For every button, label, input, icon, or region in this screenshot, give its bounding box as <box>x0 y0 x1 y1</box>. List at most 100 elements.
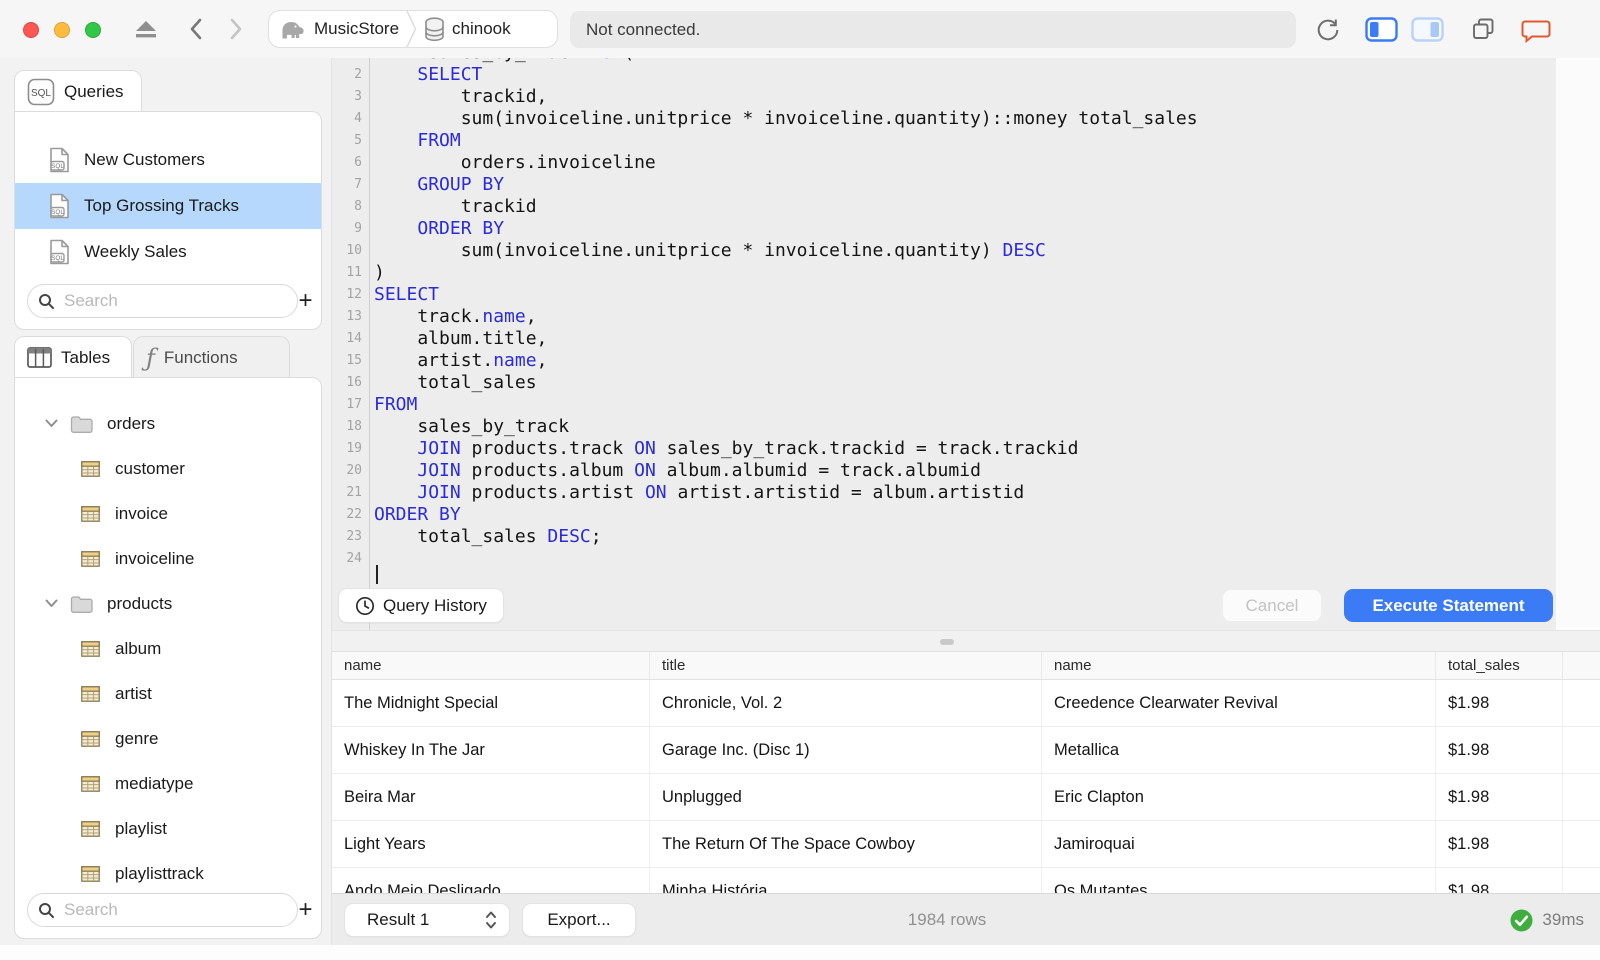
code-line[interactable]: 14 album.title, <box>332 328 1556 350</box>
query-list-item[interactable]: SQL Weekly Sales <box>15 229 321 275</box>
query-history-button[interactable]: Query History <box>338 588 504 623</box>
breadcrumb-server[interactable]: MusicStore <box>314 19 399 39</box>
table-cell[interactable]: Jamiroquai <box>1042 821 1436 867</box>
reload-button[interactable] <box>1314 16 1342 43</box>
code-line[interactable]: 12 SELECT <box>332 284 1556 306</box>
query-list-item[interactable]: SQL New Customers <box>15 137 321 183</box>
chevron-down-icon[interactable] <box>45 599 58 608</box>
table-cell[interactable]: Light Years <box>332 821 650 867</box>
tree-table-row[interactable]: playlist <box>15 806 321 851</box>
table-cell[interactable]: Os Mutantes <box>1042 868 1436 893</box>
column-header[interactable]: name <box>1042 652 1436 679</box>
code-line[interactable]: 21 JOIN products.artist ON artist.artist… <box>332 482 1556 504</box>
tab-tables[interactable]: Tables <box>14 336 132 378</box>
code-line[interactable]: 22 ORDER BY <box>332 504 1556 526</box>
windows-button[interactable] <box>1469 16 1497 43</box>
code-line[interactable]: 16 total_sales <box>332 372 1556 394</box>
tables-search-input[interactable] <box>62 899 287 921</box>
export-button[interactable]: Export... <box>522 903 636 937</box>
table-cell[interactable]: Chronicle, Vol. 2 <box>650 680 1042 726</box>
code-line[interactable]: 17 FROM <box>332 394 1556 416</box>
tree-table-row[interactable]: artist <box>15 671 321 716</box>
tree-folder-row[interactable]: products <box>15 581 321 626</box>
table-cell[interactable]: Beira Mar <box>332 774 650 820</box>
result-selector[interactable]: Result 1 <box>344 903 510 937</box>
code-line[interactable]: 24 <box>332 548 1556 570</box>
folder-icon <box>70 595 93 613</box>
chevron-down-icon[interactable] <box>45 419 58 428</box>
table-row[interactable]: Ando Meio Desligado Minha História Os Muta… <box>332 868 1600 893</box>
code-line[interactable]: 23 total_sales DESC; <box>332 526 1556 548</box>
tab-functions[interactable]: ƒ Functions <box>133 336 290 378</box>
code-line[interactable]: 2 SELECT <box>332 64 1556 86</box>
table-cell[interactable]: The Return Of The Space Cowboy <box>650 821 1042 867</box>
table-cell[interactable]: $1.98 <box>1436 774 1563 820</box>
editor-scroll-gutter[interactable] <box>1556 58 1600 630</box>
table-icon <box>81 550 100 567</box>
code-line[interactable]: 11) <box>332 262 1556 284</box>
table-cell[interactable]: Whiskey In The Jar <box>332 727 650 773</box>
execute-statement-button[interactable]: Execute Statement <box>1344 589 1553 622</box>
tree-table-row[interactable]: genre <box>15 716 321 761</box>
tree-table-row[interactable]: invoice <box>15 491 321 536</box>
cancel-button[interactable]: Cancel <box>1222 589 1322 622</box>
table-cell[interactable]: $1.98 <box>1436 868 1563 893</box>
table-cell[interactable]: Unplugged <box>650 774 1042 820</box>
column-header[interactable]: name <box>332 652 650 679</box>
back-button[interactable] <box>186 17 206 41</box>
table-cell[interactable]: Creedence Clearwater Revival <box>1042 680 1436 726</box>
close-window-button[interactable] <box>23 22 39 38</box>
table-cell[interactable]: $1.98 <box>1436 821 1563 867</box>
code-line[interactable]: 6 orders.invoiceline <box>332 152 1556 174</box>
queries-search-input[interactable] <box>62 290 287 312</box>
tab-queries[interactable]: SQL Queries <box>14 70 142 112</box>
tree-table-row[interactable]: invoiceline <box>15 536 321 581</box>
table-cell[interactable]: Ando Meio Desligado <box>332 868 650 893</box>
feedback-button[interactable] <box>1521 18 1551 43</box>
tree-table-row[interactable]: album <box>15 626 321 671</box>
queries-search[interactable] <box>27 284 298 318</box>
query-list-item[interactable]: SQL Top Grossing Tracks <box>15 183 321 229</box>
breadcrumb-database[interactable]: chinook <box>452 19 511 39</box>
code-line[interactable]: 19 JOIN products.track ON sales_by_track… <box>332 438 1556 460</box>
toggle-left-sidebar-button[interactable] <box>1365 17 1398 42</box>
code-line[interactable]: 9 ORDER BY <box>332 218 1556 240</box>
toggle-right-sidebar-button[interactable] <box>1411 17 1444 42</box>
code-line[interactable]: 20 JOIN products.album ON album.albumid … <box>332 460 1556 482</box>
forward-button[interactable] <box>226 17 246 41</box>
code-line[interactable]: 5 FROM <box>332 130 1556 152</box>
code-line[interactable]: 15 artist.name, <box>332 350 1556 372</box>
code-line[interactable]: 13 track.name, <box>332 306 1556 328</box>
table-row[interactable]: Light Years The Return Of The Space Cowbo… <box>332 821 1600 868</box>
column-header[interactable]: total_sales <box>1436 652 1563 679</box>
code-line[interactable]: 4 sum(invoiceline.unitprice * invoicelin… <box>332 108 1556 130</box>
table-cell[interactable]: Eric Clapton <box>1042 774 1436 820</box>
pane-splitter[interactable] <box>332 630 1600 652</box>
table-cell[interactable]: Minha História <box>650 868 1042 893</box>
table-row[interactable]: Whiskey In The Jar Garage Inc. (Disc 1) Me… <box>332 727 1600 774</box>
table-cell[interactable]: Metallica <box>1042 727 1436 773</box>
disconnect-eject-button[interactable] <box>134 18 158 40</box>
code-line[interactable]: 10 sum(invoiceline.unitprice * invoiceli… <box>332 240 1556 262</box>
table-cell[interactable]: Garage Inc. (Disc 1) <box>650 727 1042 773</box>
table-row[interactable]: The Midnight Special Chronicle, Vol. 2 Cre… <box>332 680 1600 727</box>
code-line[interactable]: 3 trackid, <box>332 86 1556 108</box>
table-cell[interactable]: $1.98 <box>1436 680 1563 726</box>
table-row[interactable]: Beira Mar Unplugged Eric Clapton $1.98 <box>332 774 1600 821</box>
add-table-button[interactable]: + <box>298 896 313 924</box>
tree-table-row[interactable]: customer <box>15 446 321 491</box>
code-line[interactable]: 7 GROUP BY <box>332 174 1556 196</box>
tables-search[interactable] <box>27 893 298 927</box>
code-line[interactable]: 8 trackid <box>332 196 1556 218</box>
minimize-window-button[interactable] <box>54 22 70 38</box>
tree-folder-row[interactable]: orders <box>15 401 321 446</box>
table-cell[interactable]: $1.98 <box>1436 727 1563 773</box>
code-line[interactable]: 18 sales_by_track <box>332 416 1556 438</box>
tree-table-row[interactable]: mediatype <box>15 761 321 806</box>
splitter-handle-icon[interactable] <box>940 639 954 645</box>
add-query-button[interactable]: + <box>298 287 313 315</box>
column-header[interactable]: title <box>650 652 1042 679</box>
table-cell[interactable]: The Midnight Special <box>332 680 650 726</box>
zoom-window-button[interactable] <box>85 22 101 38</box>
sql-editor[interactable]: 1WITH sales_by_track AS (2 SELECT3 track… <box>332 58 1556 630</box>
